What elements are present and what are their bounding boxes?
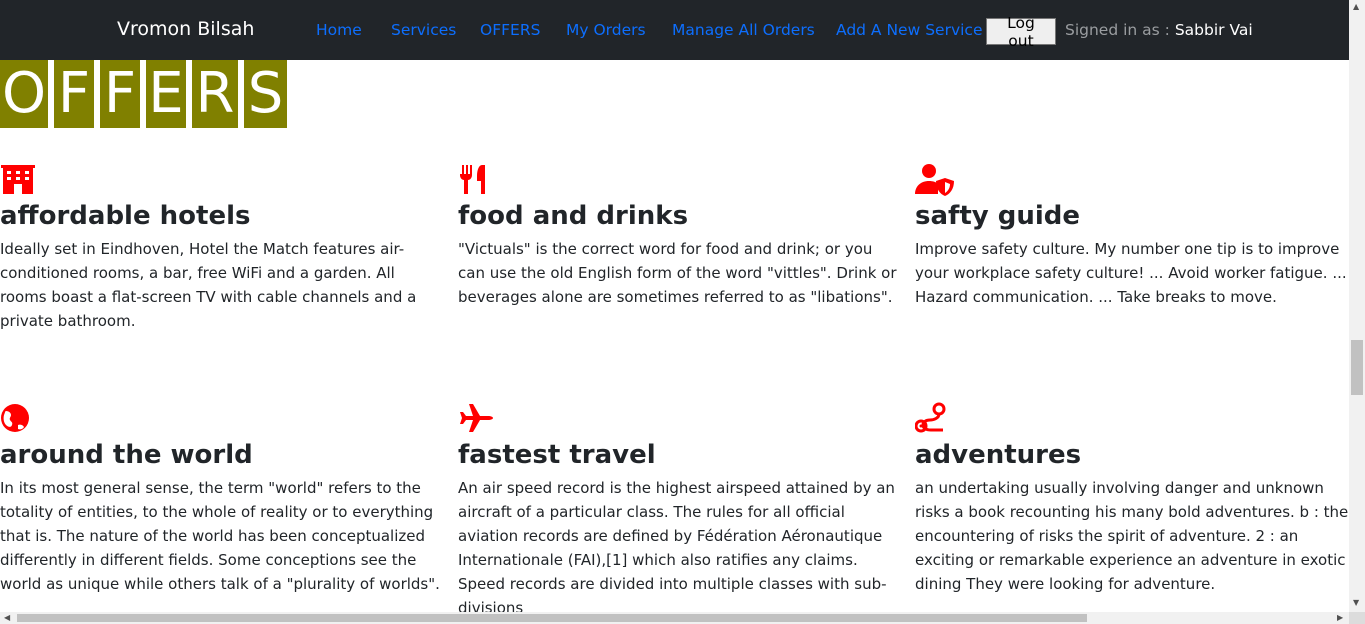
offer-description: an undertaking usually involving danger … [915,479,1349,593]
utensils-icon [460,165,485,194]
brand-title[interactable]: Vromon Bilsah [117,18,254,40]
hotel-icon [1,165,35,194]
plane-icon [460,404,493,432]
logout-button[interactable]: Log out [986,14,1056,50]
nav-link-home[interactable]: Home [316,21,362,39]
offer-title: adventures [915,440,1082,470]
offer-card-adventures: adventures an undertaking usually involv… [915,402,1355,596]
nav-link-offers[interactable]: OFFERS [480,21,540,39]
scroll-up-arrow-icon[interactable]: ▲ [1353,2,1359,11]
nav-link-add-service[interactable]: Add A New Service [836,21,983,39]
title-letter: F [54,60,94,128]
scrollbar-corner [1349,612,1365,624]
scroll-left-arrow-icon[interactable]: ◀ [4,613,10,622]
offer-description: Improve safety culture. My number one ti… [915,240,1347,306]
offer-card-food: food and drinks "Victuals" is the correc… [458,163,898,309]
offer-title: affordable hotels [0,201,251,231]
nav-link-services[interactable]: Services [391,21,456,39]
user-shield-icon [915,164,954,196]
offer-card-travel: fastest travel An air speed record is th… [458,402,898,620]
offer-title: fastest travel [458,440,656,470]
nav-link-my-orders[interactable]: My Orders [566,21,646,39]
offer-card-hotels: affordable hotels Ideally set in Eindhov… [0,163,440,333]
offer-description: Ideally set in Eindhoven, Hotel the Matc… [0,240,417,330]
title-letter: S [244,60,287,128]
user-name: Sabbir Vai [1174,21,1253,39]
signed-in-status: Signed in as : Sabbir Vai [1065,21,1253,39]
horizontal-scrollbar[interactable]: ◀ ▶ [0,612,1349,624]
offer-description: In its most general sense, the term "wor… [0,479,440,593]
offer-title: safty guide [915,201,1081,231]
route-icon [915,402,946,433]
offer-description: "Victuals" is the correct word for food … [458,240,897,306]
vertical-scrollbar[interactable]: ▲ ▼ [1349,0,1365,612]
nav-link-manage-all-orders[interactable]: Manage All Orders [672,21,815,39]
navbar: Vromon Bilsah Home Services OFFERS My Or… [0,0,1349,60]
title-letter: F [100,60,140,128]
title-letter: O [0,60,48,128]
offer-card-safety: safty guide Improve safety culture. My n… [915,163,1355,309]
page-title: O F F E R S [0,60,287,128]
horizontal-scroll-thumb[interactable] [17,614,1087,622]
globe-icon [1,404,29,432]
signed-in-label: Signed in as : [1065,21,1170,39]
scroll-right-arrow-icon[interactable]: ▶ [1337,613,1343,622]
offer-title: around the world [0,440,253,470]
vertical-scroll-thumb[interactable] [1351,340,1363,395]
scroll-down-arrow-icon[interactable]: ▼ [1353,598,1359,607]
offer-title: food and drinks [458,201,689,231]
offer-description: An air speed record is the highest airsp… [458,479,895,617]
title-letter: R [192,60,238,128]
offer-card-world: around the world In its most general sen… [0,402,440,596]
title-letter: E [146,60,186,128]
